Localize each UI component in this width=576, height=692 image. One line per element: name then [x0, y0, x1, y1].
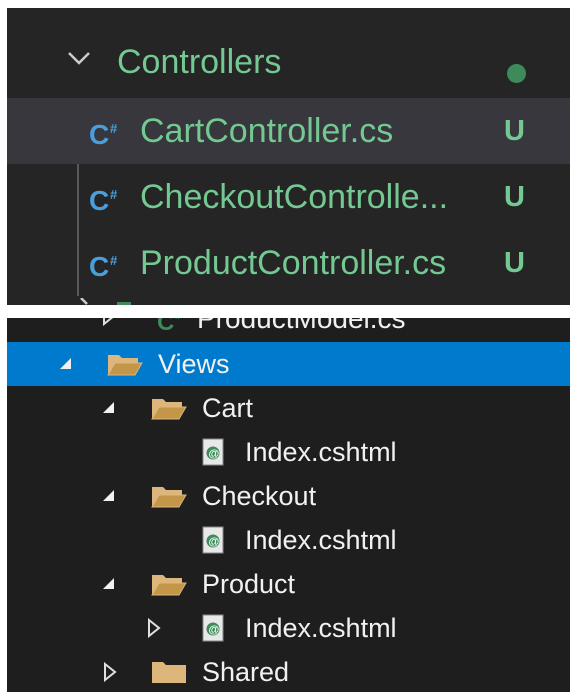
svg-text:C: C	[89, 120, 109, 148]
csharp-icon: C #	[89, 186, 118, 214]
folder-row-controllers[interactable]: Controllers	[7, 26, 570, 98]
expanded-triangle-icon[interactable]	[102, 401, 116, 415]
svg-text:#: #	[110, 121, 118, 136]
razor-file-icon: @	[202, 614, 224, 642]
tree-row-cart-index[interactable]: @ Index.cshtml	[7, 430, 570, 474]
svg-text:#: #	[175, 318, 181, 322]
svg-text:#: #	[110, 253, 118, 268]
folder-label: Controllers	[117, 43, 282, 81]
svg-text:C: C	[89, 186, 109, 214]
expanded-triangle-icon[interactable]	[59, 357, 73, 371]
csharp-icon: C #	[89, 120, 118, 148]
file-label: CartController.cs	[140, 112, 394, 150]
svg-text:@: @	[209, 624, 220, 636]
collapsed-triangle-icon[interactable]	[103, 662, 117, 682]
tree-row-cart[interactable]: Cart	[7, 386, 570, 430]
file-row-checkoutcontroller[interactable]: C # CheckoutControlle... U	[7, 164, 570, 230]
closed-folder-icon	[152, 662, 186, 683]
tree-label: Cart	[202, 393, 254, 423]
tree-label: Index.cshtml	[245, 613, 397, 643]
svg-text:@: @	[209, 448, 220, 460]
svg-text:#: #	[110, 187, 118, 202]
tree-label: Shared	[202, 657, 290, 687]
tree-row-product[interactable]: Product	[7, 562, 570, 606]
tree-row-checkout-index[interactable]: @ Index.cshtml	[7, 518, 570, 562]
tree-row-shared[interactable]: Shared	[7, 650, 570, 692]
open-folder-icon	[107, 355, 143, 376]
open-folder-icon	[151, 487, 187, 508]
expand-right-icon[interactable]	[102, 318, 116, 326]
chevron-right-icon[interactable]	[77, 298, 137, 305]
untracked-badge: U	[504, 247, 525, 279]
svg-text:C: C	[89, 252, 109, 280]
tree-label: Index.cshtml	[245, 437, 397, 467]
untracked-badge: U	[504, 181, 525, 213]
chevron-down-icon[interactable]	[67, 50, 91, 66]
tree-label: ProductModel.cs	[197, 318, 406, 334]
svg-text:C: C	[157, 318, 174, 332]
tree-label: Views	[158, 349, 230, 379]
tree-row-product-index[interactable]: @ Index.cshtml	[7, 606, 570, 650]
expanded-triangle-icon[interactable]	[102, 577, 116, 591]
tree-label: Checkout	[202, 481, 317, 511]
tree-row-views[interactable]: Views	[7, 342, 570, 386]
tree-label: Product	[202, 569, 296, 599]
tree-label: Index.cshtml	[245, 525, 397, 555]
csharp-icon: C #	[157, 318, 181, 332]
untracked-badge: U	[504, 115, 525, 147]
csharp-icon: C #	[89, 252, 118, 280]
razor-file-icon: @	[202, 526, 224, 554]
solution-explorer-panel: C # ProductModel.cs Views Cart @ Index.c…	[7, 318, 570, 692]
file-row-productcontroller[interactable]: C # ProductController.cs U	[7, 230, 570, 296]
file-label: ProductController.cs	[140, 244, 447, 282]
open-folder-icon	[151, 575, 187, 596]
open-folder-icon	[151, 399, 187, 420]
collapsed-triangle-icon[interactable]	[147, 618, 161, 638]
file-row-cartcontroller[interactable]: C # CartController.cs U	[7, 98, 570, 164]
tree-row-productmodel[interactable]: C # ProductModel.cs	[7, 318, 570, 340]
modified-indicator-dot	[507, 64, 526, 83]
expanded-triangle-icon[interactable]	[102, 489, 116, 503]
razor-file-icon: @	[202, 438, 224, 466]
tree-row-checkout[interactable]: Checkout	[7, 474, 570, 518]
vscode-explorer-panel: Controllers C # CartController.cs U C # …	[7, 8, 570, 305]
file-label: CheckoutControlle...	[140, 178, 449, 216]
svg-text:@: @	[209, 536, 220, 548]
